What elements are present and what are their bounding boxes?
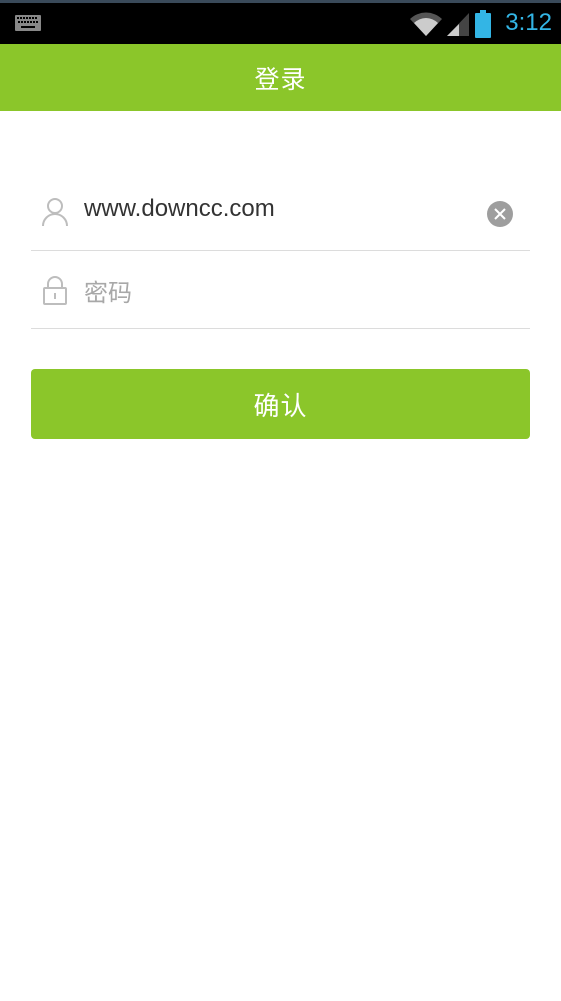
wifi-icon — [409, 11, 443, 41]
password-field[interactable]: 密码 — [31, 251, 530, 329]
username-field[interactable]: www.downcc.com — [31, 173, 530, 251]
lock-icon — [41, 275, 69, 305]
cell-signal-icon — [447, 11, 471, 41]
clear-icon[interactable] — [487, 201, 513, 227]
password-placeholder: 密码 — [84, 279, 132, 307]
status-bar: 3:12 — [0, 0, 561, 44]
username-value: www.downcc.com — [84, 195, 275, 222]
status-icons — [409, 10, 491, 42]
battery-icon — [475, 10, 491, 42]
title-bar: 登录 — [0, 44, 561, 111]
confirm-button[interactable]: 确认 — [31, 369, 530, 439]
page-title: 登录 — [254, 64, 307, 94]
keyboard-icon — [15, 15, 41, 35]
login-form: www.downcc.com 密码 — [31, 173, 530, 329]
confirm-button-label: 确认 — [253, 391, 308, 422]
user-icon — [41, 197, 69, 227]
status-time: 3:12 — [505, 9, 552, 36]
